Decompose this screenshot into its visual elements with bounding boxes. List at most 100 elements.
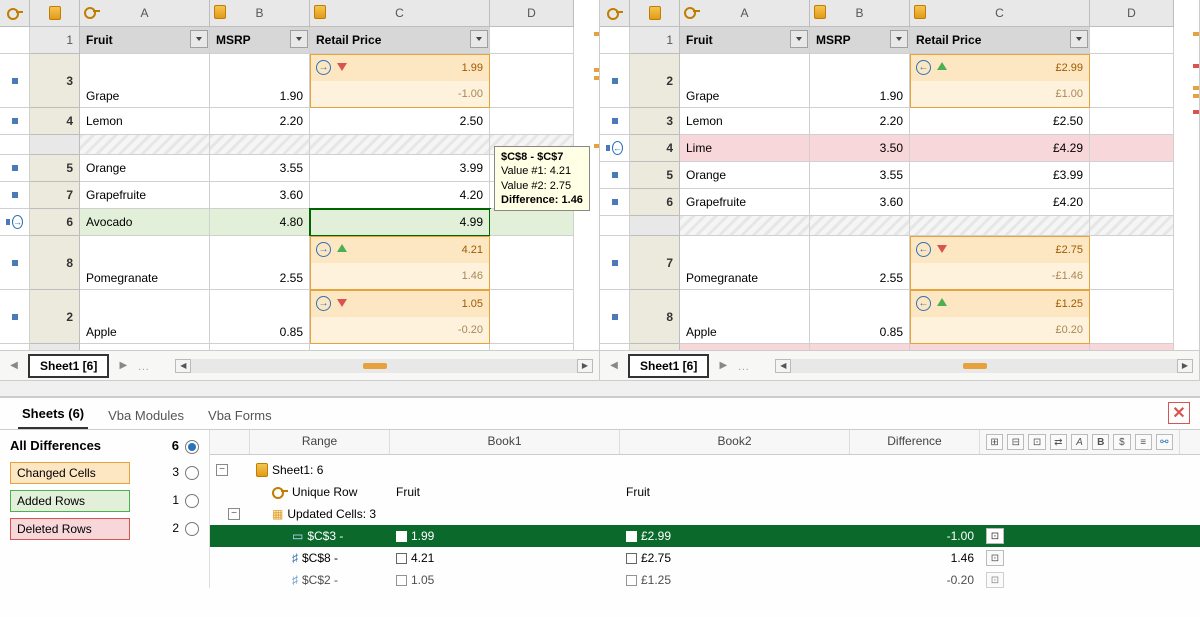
cell[interactable] (1090, 189, 1174, 216)
column-header[interactable]: C (910, 0, 1090, 27)
pane-splitter[interactable] (0, 380, 1200, 397)
table-column-fruit[interactable]: Fruit (80, 27, 210, 54)
cell[interactable]: 3.50 (810, 135, 910, 162)
cell[interactable] (1090, 290, 1174, 344)
sheet-tab[interactable]: Sheet1 [6] (628, 354, 709, 378)
cell[interactable]: 4.80 (210, 209, 310, 236)
cell[interactable]: Avocado (80, 209, 210, 236)
tab-prev-icon[interactable]: ◀ (6, 358, 22, 374)
row-number[interactable]: 2 (30, 290, 80, 344)
cell[interactable]: Apple (80, 290, 210, 344)
filter-all-radio[interactable] (185, 440, 199, 454)
cell[interactable]: Orange (80, 155, 210, 182)
bold-icon[interactable]: B (1092, 434, 1109, 450)
h-scrollbar[interactable]: ◀ ▶ (775, 359, 1193, 373)
table-column-retail[interactable]: Retail Price (910, 27, 1090, 54)
right-grid[interactable]: ABCD1FruitMSRPRetail Price2Grape1.90←£2.… (600, 0, 1199, 350)
corner-header[interactable] (600, 0, 630, 27)
cell[interactable]: Lemon (680, 108, 810, 135)
cell[interactable] (490, 209, 574, 236)
cell[interactable] (210, 344, 310, 350)
table-column-msrp[interactable]: MSRP (210, 27, 310, 54)
expander-icon[interactable]: − (216, 464, 228, 476)
close-icon[interactable]: ✕ (1168, 402, 1190, 424)
row-number[interactable]: 5 (630, 162, 680, 189)
cell[interactable]: Tomato (680, 344, 810, 350)
legend-changed[interactable]: Changed Cells (10, 462, 130, 484)
table-column-fruit[interactable]: Fruit (680, 27, 810, 54)
diff-row[interactable]: ♯$C$8 - 4.21 £2.75 1.46 ⊡ (210, 547, 1200, 569)
diff-cell[interactable]: ←£1.25£0.20 (910, 290, 1090, 344)
diff-cell[interactable]: →1.99-1.00 (310, 54, 490, 108)
right-sheet-tabs[interactable]: ◀ Sheet1 [6] ▶ … ◀ ▶ (600, 350, 1199, 380)
cell[interactable]: 4.20 (310, 182, 490, 209)
tab-vba-forms[interactable]: Vba Forms (204, 402, 276, 429)
cell[interactable] (1090, 27, 1174, 54)
cell[interactable] (490, 290, 574, 344)
cell[interactable] (1090, 135, 1174, 162)
diff-row[interactable]: ♯$C$2 - 1.05 £1.25 -0.20 ⊡ (210, 569, 1200, 591)
dropdown-icon[interactable] (890, 30, 908, 48)
row-number[interactable] (630, 216, 680, 236)
cell[interactable] (1090, 236, 1174, 290)
dropdown-icon[interactable] (190, 30, 208, 48)
cell[interactable]: 2.50 (310, 108, 490, 135)
tool-icon[interactable]: ⊟ (1007, 434, 1024, 450)
filter-deleted-radio[interactable] (185, 522, 199, 536)
row-number[interactable]: 5 (30, 155, 80, 182)
action-icon[interactable]: ⊡ (986, 550, 1004, 566)
cell[interactable]: 2.20 (210, 108, 310, 135)
row-number[interactable]: 3 (30, 54, 80, 108)
tool-icon[interactable]: ⊡ (1028, 434, 1045, 450)
row-number[interactable]: 6 (630, 189, 680, 216)
filter-changed-radio[interactable] (185, 466, 199, 480)
cell[interactable]: 3.55 (210, 155, 310, 182)
cell[interactable] (1090, 108, 1174, 135)
row-number[interactable]: 8 (30, 236, 80, 290)
tool-icon[interactable]: ⊞ (986, 434, 1003, 450)
diff-row-selected[interactable]: ▭$C$3 - 1.99 £2.99 -1.00 ⊡ (210, 525, 1200, 547)
action-icon[interactable]: ⊡ (986, 572, 1004, 588)
cell[interactable]: Orange (680, 162, 810, 189)
diff-cell[interactable]: ←£2.75-£1.46 (910, 236, 1090, 290)
right-workbook-pane[interactable]: ABCD1FruitMSRPRetail Price2Grape1.90←£2.… (600, 0, 1200, 380)
cell[interactable]: 3.55 (810, 162, 910, 189)
legend-added[interactable]: Added Rows (10, 490, 130, 512)
row-number[interactable]: 9 (630, 344, 680, 350)
left-workbook-pane[interactable]: ABCD1FruitMSRPRetail Price3Grape1.90→1.9… (0, 0, 600, 380)
cell[interactable]: 1.90 (810, 54, 910, 108)
diff-cell[interactable]: ←£2.99£1.00 (910, 54, 1090, 108)
cell[interactable]: £3.99 (910, 162, 1090, 189)
diff-cell[interactable]: →4.211.46 (310, 236, 490, 290)
cell[interactable]: Grape (680, 54, 810, 108)
cell[interactable] (490, 236, 574, 290)
cell[interactable] (490, 54, 574, 108)
tab-vba-modules[interactable]: Vba Modules (104, 402, 188, 429)
cell[interactable] (490, 27, 574, 54)
cell[interactable]: Pomegranate (680, 236, 810, 290)
row-number[interactable]: 8 (630, 290, 680, 344)
corner-header[interactable] (30, 0, 80, 27)
column-header[interactable]: A (80, 0, 210, 27)
filter-added-radio[interactable] (185, 494, 199, 508)
cell[interactable]: 2.55 (810, 236, 910, 290)
row-number[interactable] (30, 135, 80, 155)
row-number[interactable]: 4 (30, 108, 80, 135)
column-header[interactable]: D (1090, 0, 1174, 27)
legend-deleted[interactable]: Deleted Rows (10, 518, 130, 540)
cell[interactable]: 3.60 (210, 182, 310, 209)
row-number[interactable]: 3 (630, 108, 680, 135)
tab-sheets[interactable]: Sheets (6) (18, 400, 88, 429)
row-number[interactable]: 1 (30, 27, 80, 54)
row-number[interactable]: 1 (630, 27, 680, 54)
column-header[interactable]: B (210, 0, 310, 27)
cell[interactable]: 1.12 (810, 344, 910, 350)
cell[interactable]: £4.20 (910, 189, 1090, 216)
cell[interactable]: 2.55 (210, 236, 310, 290)
cell[interactable]: Grapefruite (680, 189, 810, 216)
cell[interactable]: 1.90 (210, 54, 310, 108)
h-scrollbar[interactable]: ◀ ▶ (175, 359, 593, 373)
dropdown-icon[interactable] (1070, 30, 1088, 48)
tab-next-icon[interactable]: ▶ (715, 358, 731, 374)
cell[interactable]: Grapefruite (80, 182, 210, 209)
